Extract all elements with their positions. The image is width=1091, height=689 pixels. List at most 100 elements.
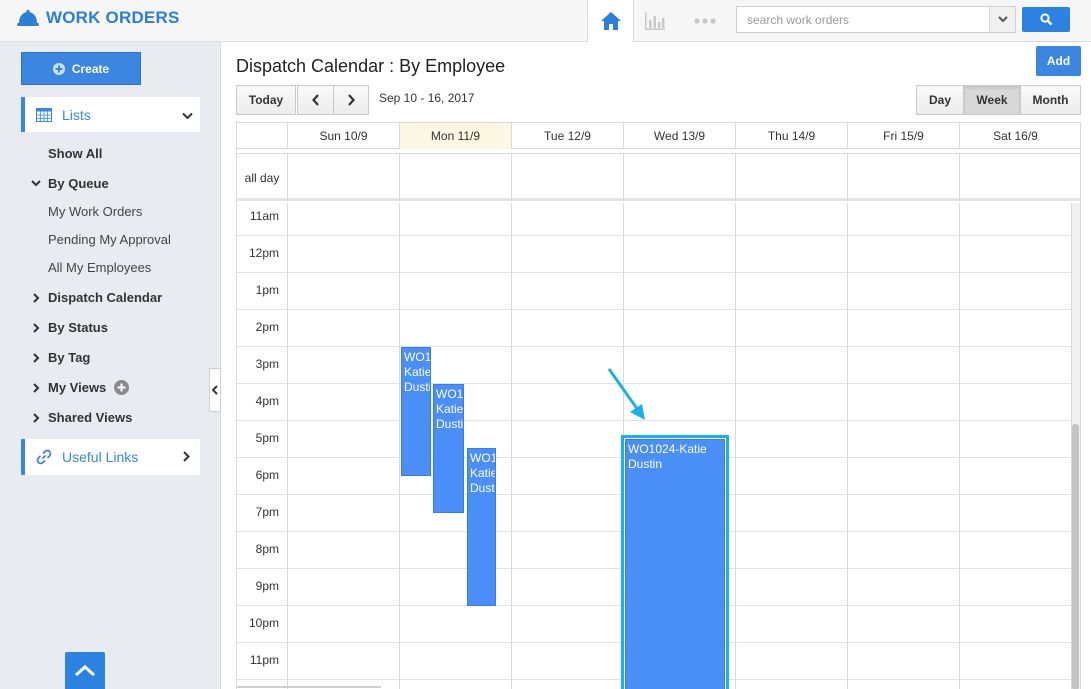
column-divider [847, 203, 848, 689]
calendar-scrollbar[interactable] [1071, 203, 1080, 689]
all-day-row: all day [237, 153, 1080, 201]
chevron-down-icon [31, 180, 41, 187]
sidebar-item-pending-my-approval[interactable]: Pending My Approval [48, 232, 171, 247]
work-order-event[interactable]: WO1KatieDustin [467, 448, 496, 606]
home-button[interactable] [587, 0, 634, 42]
create-button-label: Create [71, 61, 110, 76]
sidebar-item-by-tag[interactable]: By Tag [30, 350, 90, 365]
next-week-button[interactable] [333, 85, 369, 115]
column-divider [511, 203, 512, 689]
hour-line [237, 235, 1072, 236]
annotation-arrow-icon [607, 368, 645, 420]
today-button[interactable]: Today [236, 85, 296, 115]
sidebar-item-shared-views[interactable]: Shared Views [30, 410, 132, 425]
useful-links-panel-header[interactable]: Useful Links [21, 439, 200, 475]
sidebar-collapse-handle[interactable] [209, 368, 221, 412]
view-day-button[interactable]: Day [916, 85, 964, 115]
day-header[interactable]: Wed 13/9 [623, 123, 735, 149]
all-day-cell[interactable] [735, 154, 847, 201]
lists-panel-header[interactable]: Lists [21, 97, 200, 132]
page-title: Dispatch Calendar : By Employee [236, 56, 506, 76]
work-order-event-highlighted[interactable]: WO1024-Katie Dustin [621, 435, 729, 689]
add-view-icon[interactable] [114, 380, 130, 395]
sidebar-item-label: By Tag [48, 350, 91, 365]
sidebar-item-my-views[interactable]: My Views [30, 380, 130, 395]
reports-button[interactable] [640, 10, 670, 32]
sidebar-item-label: My Views [48, 380, 107, 395]
search-box [736, 6, 1016, 33]
bar-chart-icon [645, 12, 665, 30]
work-order-event[interactable]: WO1KatieDustin [401, 346, 431, 476]
time-label: 1pm [255, 283, 279, 297]
search-input[interactable] [737, 7, 989, 32]
day-header[interactable]: Fri 15/9 [847, 123, 959, 149]
chevron-right-icon [32, 292, 39, 303]
all-day-cell[interactable] [511, 154, 623, 201]
view-week-button[interactable]: Week [963, 85, 1021, 115]
day-header[interactable]: Thu 14/9 [735, 123, 847, 149]
search-icon [1039, 13, 1052, 26]
view-month-button[interactable]: Month [1020, 85, 1081, 115]
sidebar-item-by-queue[interactable]: By Queue [30, 176, 109, 191]
all-day-cell[interactable] [847, 154, 959, 201]
work-order-event[interactable]: WO1KatieDustin [433, 383, 464, 513]
sidebar-item-label: All My Employees [48, 260, 152, 275]
sidebar-item-label: Show All [48, 146, 103, 161]
chevron-right-icon [32, 382, 39, 393]
column-divider [623, 203, 624, 689]
sidebar-item-dispatch-calendar[interactable]: Dispatch Calendar [30, 290, 162, 305]
day-header[interactable]: Sat 16/9 [959, 123, 1071, 149]
calendar-grid-icon [36, 107, 52, 122]
more-dots-icon [694, 18, 716, 24]
sidebar-item-label: Shared Views [48, 410, 133, 425]
date-range-label: Sep 10 - 16, 2017 [379, 91, 475, 105]
chevron-right-icon [348, 94, 355, 106]
all-day-cell[interactable] [623, 154, 735, 201]
all-day-cell[interactable] [399, 154, 511, 201]
top-bar: WORK ORDERS [0, 0, 1091, 42]
sidebar-item-by-status[interactable]: By Status [30, 320, 108, 335]
column-divider [735, 203, 736, 689]
column-divider [959, 203, 960, 689]
app-brand[interactable]: WORK ORDERS [16, 8, 179, 28]
search-button[interactable] [1022, 7, 1070, 32]
calendar-scroll-thumb[interactable] [1072, 424, 1079, 689]
time-label: 3pm [255, 357, 279, 371]
time-label: 11pm [249, 653, 279, 667]
search-dropdown-button[interactable] [989, 7, 1015, 32]
chevron-right-icon [183, 451, 190, 462]
hour-line [237, 272, 1072, 273]
time-label: 2pm [255, 320, 279, 334]
app-title: WORK ORDERS [46, 8, 180, 27]
all-day-cell[interactable] [287, 154, 399, 201]
previous-week-button[interactable] [297, 85, 334, 115]
time-label: 11am [249, 209, 279, 223]
sidebar-item-label: Dispatch Calendar [48, 290, 163, 305]
chevron-left-icon [311, 94, 319, 106]
sidebar-item-my-work-orders[interactable]: My Work Orders [48, 204, 142, 219]
chevron-right-icon [32, 322, 39, 333]
all-day-label: all day [244, 170, 280, 185]
time-label: 7pm [255, 505, 279, 519]
all-day-cell[interactable] [959, 154, 1071, 201]
time-label: 6pm [255, 468, 279, 482]
chevron-right-icon [32, 412, 39, 423]
time-label: 4pm [255, 394, 279, 408]
day-header[interactable]: Tue 12/9 [511, 123, 623, 149]
column-divider [1071, 203, 1072, 689]
add-button[interactable]: Add [1036, 46, 1081, 76]
sidebar-item-label: Pending My Approval [48, 232, 171, 247]
day-header[interactable]: Sun 10/9 [287, 123, 399, 149]
more-button[interactable] [690, 10, 720, 32]
chevron-left-icon [212, 385, 218, 395]
home-icon [600, 12, 621, 30]
chevron-down-icon [997, 16, 1008, 23]
sidebar-item-show-all[interactable]: Show All [48, 146, 102, 161]
day-header[interactable]: Mon 11/9 [399, 123, 511, 149]
plus-circle-icon [52, 62, 65, 75]
create-button[interactable]: Create [21, 52, 141, 85]
sidebar-item-label: My Work Orders [48, 204, 143, 219]
sidebar-item-all-my-employees[interactable]: All My Employees [48, 260, 151, 275]
column-divider [287, 203, 288, 689]
scroll-to-top-button[interactable] [65, 652, 105, 689]
